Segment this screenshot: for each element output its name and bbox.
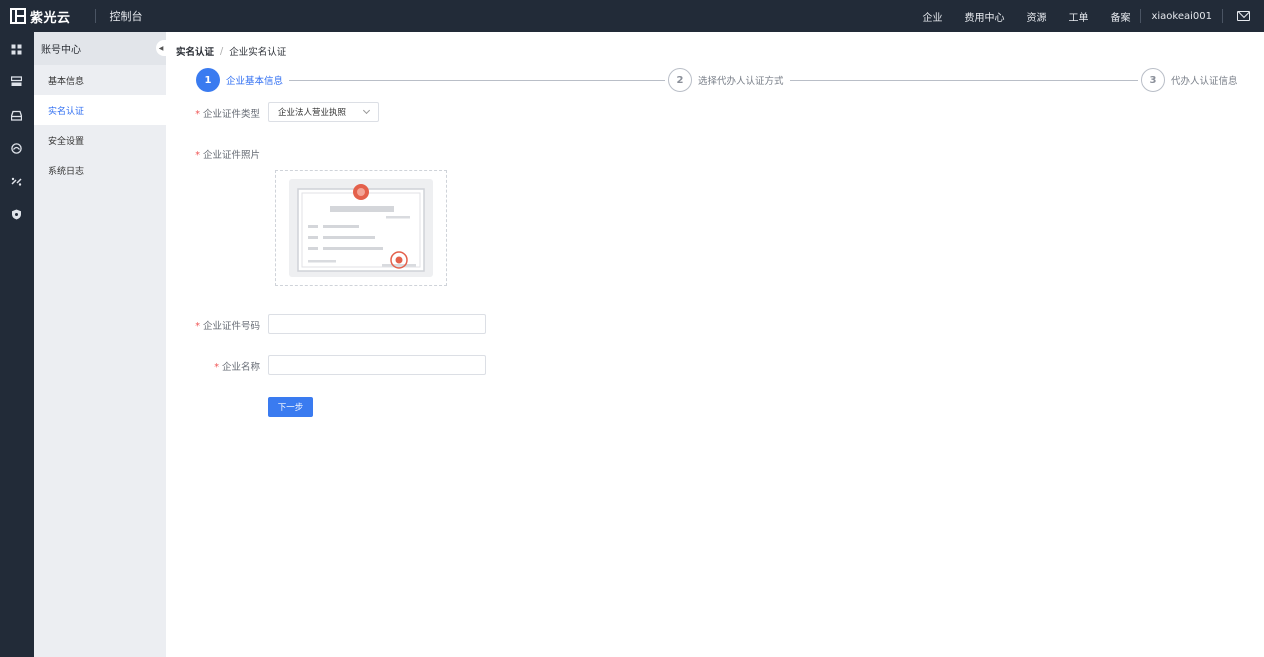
step-label: 选择代办人认证方式 (698, 76, 784, 87)
collapse-sidebar-button[interactable]: ◀ (156, 40, 166, 56)
cert-number-label: * 企业证件号码 (170, 318, 260, 332)
nav-billing[interactable]: 费用中心 (964, 9, 1004, 24)
progress-steps: 1 企业基本信息 2 选择代办人认证方式 3 代办人认证信息 (196, 68, 1238, 92)
nav-resources[interactable]: 资源 (1026, 9, 1046, 24)
brand-name: 紫光云 (30, 10, 71, 26)
required-mark: * (195, 321, 200, 332)
sidebar-title: 账号中心 (34, 32, 166, 65)
top-nav-right: 企业 费用中心 资源 工单 备案 xiaokeai001 (922, 0, 1264, 32)
company-name-label: * 企业名称 (170, 359, 260, 373)
chevron-left-icon: ◀ (158, 44, 164, 52)
brand-logo[interactable]: 紫光云 (10, 0, 71, 32)
step-number: 1 (196, 68, 220, 92)
divider (1222, 9, 1223, 23)
exchange-icon[interactable] (11, 176, 22, 187)
account-sidebar: 账号中心 ◀ 基本信息 实名认证 安全设置 系统日志 (34, 32, 166, 657)
divider (1140, 9, 1142, 23)
select-value: 企业法人营业执照 (278, 108, 347, 118)
label-text: 企业名称 (221, 362, 260, 373)
security-icon[interactable] (11, 209, 22, 220)
cert-type-select[interactable]: 企业法人营业执照 (268, 102, 379, 122)
console-link[interactable]: 控制台 (110, 8, 143, 24)
nav-enterprise[interactable]: 企业 (922, 9, 942, 24)
certificate-placeholder-icon (289, 179, 433, 277)
step-number: 3 (1141, 68, 1165, 92)
nav-filing[interactable]: 备案 (1110, 9, 1130, 24)
step-1: 1 企业基本信息 (196, 68, 283, 92)
top-navbar: 紫光云 控制台 企业 费用中心 资源 工单 备案 xiaokeai001 (0, 0, 1264, 32)
user-menu[interactable]: xiaokeai001 (1151, 11, 1212, 22)
network-icon[interactable] (11, 143, 22, 154)
server-icon[interactable] (11, 76, 22, 87)
step-connector (790, 79, 1138, 81)
step-number: 2 (668, 68, 692, 92)
divider (94, 9, 96, 23)
next-step-button[interactable]: 下一步 (268, 397, 313, 417)
logo-icon (10, 8, 26, 24)
icon-rail (0, 32, 34, 657)
cert-photo-upload[interactable] (275, 170, 447, 286)
breadcrumb-item: 企业实名认证 (229, 47, 287, 58)
step-connector (289, 79, 665, 81)
sidebar-item-logs[interactable]: 系统日志 (34, 155, 166, 185)
mail-icon[interactable] (1237, 11, 1250, 21)
step-label: 代办人认证信息 (1171, 76, 1238, 87)
required-mark: * (195, 150, 200, 161)
required-mark: * (214, 362, 219, 373)
step-3: 3 代办人认证信息 (1141, 68, 1238, 92)
chevron-down-icon (362, 106, 371, 115)
dashboard-icon[interactable] (11, 44, 22, 55)
step-label: 企业基本信息 (226, 76, 284, 87)
label-text: 企业证件类型 (202, 109, 260, 120)
sidebar-item-basic-info[interactable]: 基本信息 (34, 65, 166, 95)
company-name-input[interactable] (268, 355, 486, 375)
cert-number-input[interactable] (268, 314, 486, 334)
cert-type-label: * 企业证件类型 (170, 106, 260, 120)
storage-icon[interactable] (11, 110, 22, 121)
label-text: 企业证件照片 (202, 150, 260, 161)
main-content: 实名认证 / 企业实名认证 1 企业基本信息 2 选择代办人认证方式 3 代办人… (166, 32, 1264, 657)
nav-tickets[interactable]: 工单 (1068, 9, 1088, 24)
sidebar-item-real-name[interactable]: 实名认证 (34, 95, 166, 125)
breadcrumb-item[interactable]: 实名认证 (176, 44, 214, 58)
breadcrumb-separator: / (220, 45, 224, 57)
breadcrumb: 实名认证 / 企业实名认证 (176, 44, 287, 59)
cert-photo-label: * 企业证件照片 (170, 147, 260, 161)
required-mark: * (195, 109, 200, 120)
label-text: 企业证件号码 (202, 321, 260, 332)
step-2: 2 选择代办人认证方式 (668, 68, 784, 92)
sidebar-item-security[interactable]: 安全设置 (34, 125, 166, 155)
